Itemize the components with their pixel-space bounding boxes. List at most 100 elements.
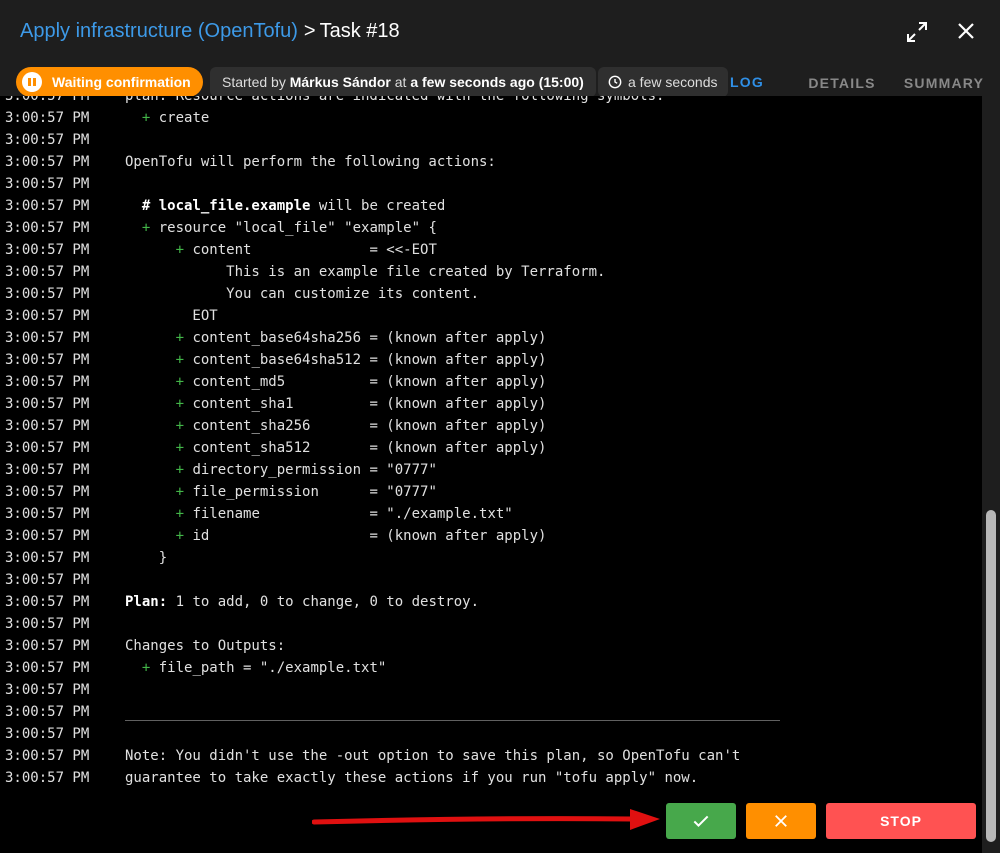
- log-text: }: [125, 547, 167, 569]
- log-text: + content_sha256 = (known after apply): [125, 415, 547, 437]
- log-line: 3:00:57 PM + resource "local_file" "exam…: [0, 217, 982, 239]
- template-name-link[interactable]: Apply infrastructure (OpenTofu): [20, 20, 298, 42]
- log-divider: [125, 720, 780, 721]
- started-user: Márkus Sándor: [289, 74, 391, 90]
- started-at-word: at: [394, 74, 407, 90]
- log-segment: [125, 330, 176, 346]
- expand-icon[interactable]: [905, 20, 929, 44]
- log-segment: [125, 198, 142, 214]
- status-label: Waiting confirmation: [52, 74, 191, 90]
- log-text: + content_base64sha512 = (known after ap…: [125, 349, 547, 371]
- log-segment: [125, 528, 176, 544]
- log-line: 3:00:57 PM + content_sha256 = (known aft…: [0, 415, 982, 437]
- close-icon[interactable]: [954, 19, 978, 43]
- log-timestamp: 3:00:57 PM: [5, 110, 90, 126]
- log-line: 3:00:57 PM + create: [0, 107, 982, 129]
- log-timestamp: 3:00:57 PM: [5, 154, 90, 170]
- log-timestamp: 3:00:57 PM: [5, 682, 90, 698]
- log-text: # local_file.example will be created: [125, 195, 445, 217]
- log-text: + content_base64sha256 = (known after ap…: [125, 327, 547, 349]
- log-segment: Changes to Outputs:: [125, 638, 286, 654]
- log-segment: [125, 660, 142, 676]
- log-segment: directory_permission = "0777": [184, 462, 437, 478]
- plus-symbol: +: [175, 352, 185, 368]
- log-text: + file_permission = "0777": [125, 481, 437, 503]
- log-segment: Plan:: [125, 594, 168, 610]
- log-text: + resource "local_file" "example" {: [125, 217, 437, 239]
- log-line: 3:00:57 PM + content = <<-EOT: [0, 239, 982, 261]
- log-timestamp: 3:00:57 PM: [5, 462, 90, 478]
- log-segment: [125, 506, 176, 522]
- log-line: 3:00:57 PM + content_base64sha256 = (kno…: [0, 327, 982, 349]
- stop-button[interactable]: STOP: [826, 803, 976, 839]
- log-line: 3:00:57 PM guarantee to take exactly thes…: [0, 767, 982, 789]
- log-line: 3:00:57 PM + directory_permission = "077…: [0, 459, 982, 481]
- log-segment: resource "local_file" "example" {: [150, 220, 437, 236]
- log-segment: file_path = "./example.txt": [150, 660, 387, 676]
- log-text: guarantee to take exactly these actions …: [125, 767, 698, 789]
- log-text: Changes to Outputs:: [125, 635, 285, 657]
- log-line: 3:00:57 PM OpenTofu will perform the foll…: [0, 151, 982, 173]
- started-by-chip: Started by Márkus Sándor at a few second…: [210, 67, 596, 97]
- log-segment: }: [125, 550, 168, 566]
- log-segment: content_base64sha256 = (known after appl…: [184, 330, 547, 346]
- log-text: You can customize its content.: [125, 283, 479, 305]
- log-timestamp: 3:00:57 PM: [5, 440, 90, 456]
- reject-button[interactable]: [746, 803, 816, 839]
- log-timestamp: 3:00:57 PM: [5, 616, 90, 632]
- log-timestamp: 3:00:57 PM: [5, 528, 90, 544]
- log-segment: id = (known after apply): [184, 528, 547, 544]
- breadcrumb-separator: >: [303, 20, 316, 42]
- log-segment: 1 to add, 0 to change, 0 to destroy.: [167, 594, 480, 610]
- status-badge: Waiting confirmation: [16, 67, 203, 97]
- log-segment: will be created: [310, 198, 446, 214]
- check-icon: [693, 815, 709, 827]
- log-line: 3:00:57 PM: [0, 173, 982, 195]
- log-timestamp: 3:00:57 PM: [5, 176, 90, 192]
- log-segment: content = <<-EOT: [184, 242, 437, 258]
- confirmation-actions: STOP: [0, 803, 982, 839]
- log-text: + content_sha1 = (known after apply): [125, 393, 547, 415]
- log-timestamp: 3:00:57 PM: [5, 352, 90, 368]
- log-timestamp: 3:00:57 PM: [5, 198, 90, 214]
- log-text: + content_sha512 = (known after apply): [125, 437, 547, 459]
- plus-symbol: +: [175, 484, 185, 500]
- task-label: Task #18: [319, 20, 400, 42]
- plus-symbol: +: [175, 242, 185, 258]
- log-line: 3:00:57 PM + file_path = "./example.txt": [0, 657, 982, 679]
- log-timestamp: 3:00:57 PM: [5, 418, 90, 434]
- log-timestamp: 3:00:57 PM: [5, 550, 90, 566]
- log-output[interactable]: 3:00:57 PM plan. Resource actions are ind…: [0, 96, 982, 853]
- log-text: EOT: [125, 305, 218, 327]
- log-timestamp: 3:00:57 PM: [5, 484, 90, 500]
- log-segment: # local_file.example: [141, 198, 311, 214]
- log-scrollbar[interactable]: [982, 96, 1000, 853]
- log-segment: [125, 440, 176, 456]
- started-prefix: Started by: [222, 74, 286, 90]
- log-text: This is an example file created by Terra…: [125, 261, 605, 283]
- log-timestamp: 3:00:57 PM: [5, 660, 90, 676]
- plus-symbol: +: [175, 418, 185, 434]
- log-timestamp: 3:00:57 PM: [5, 638, 90, 654]
- log-line: 3:00:57 PM plan. Resource actions are ind…: [0, 96, 982, 107]
- log-segment: [125, 374, 176, 390]
- log-segment: [125, 110, 142, 126]
- log-text: plan. Resource actions are indicated wit…: [125, 96, 664, 107]
- scrollbar-thumb[interactable]: [986, 510, 996, 842]
- plus-symbol: +: [175, 506, 185, 522]
- task-dialog: Apply infrastructure (OpenTofu) > Task #18…: [0, 0, 1000, 853]
- log-segment: content_base64sha512 = (known after appl…: [184, 352, 547, 368]
- log-timestamp: 3:00:57 PM: [5, 572, 90, 588]
- log-line: 3:00:57 PM + file_permission = "0777": [0, 481, 982, 503]
- log-segment: This is an example file created by Terra…: [125, 264, 606, 280]
- log-text: + directory_permission = "0777": [125, 459, 437, 481]
- log-text: + id = (known after apply): [125, 525, 547, 547]
- log-segment: EOT: [125, 308, 218, 324]
- log-timestamp: 3:00:57 PM: [5, 704, 90, 720]
- log-line: 3:00:57 PM Plan: 1 to add, 0 to change, 0…: [0, 591, 982, 613]
- log-line: 3:00:57 PM: [0, 679, 982, 701]
- log-text: + content_md5 = (known after apply): [125, 371, 547, 393]
- log-segment: file_permission = "0777": [184, 484, 437, 500]
- confirm-button[interactable]: [666, 803, 736, 839]
- log-timestamp: 3:00:57 PM: [5, 132, 90, 148]
